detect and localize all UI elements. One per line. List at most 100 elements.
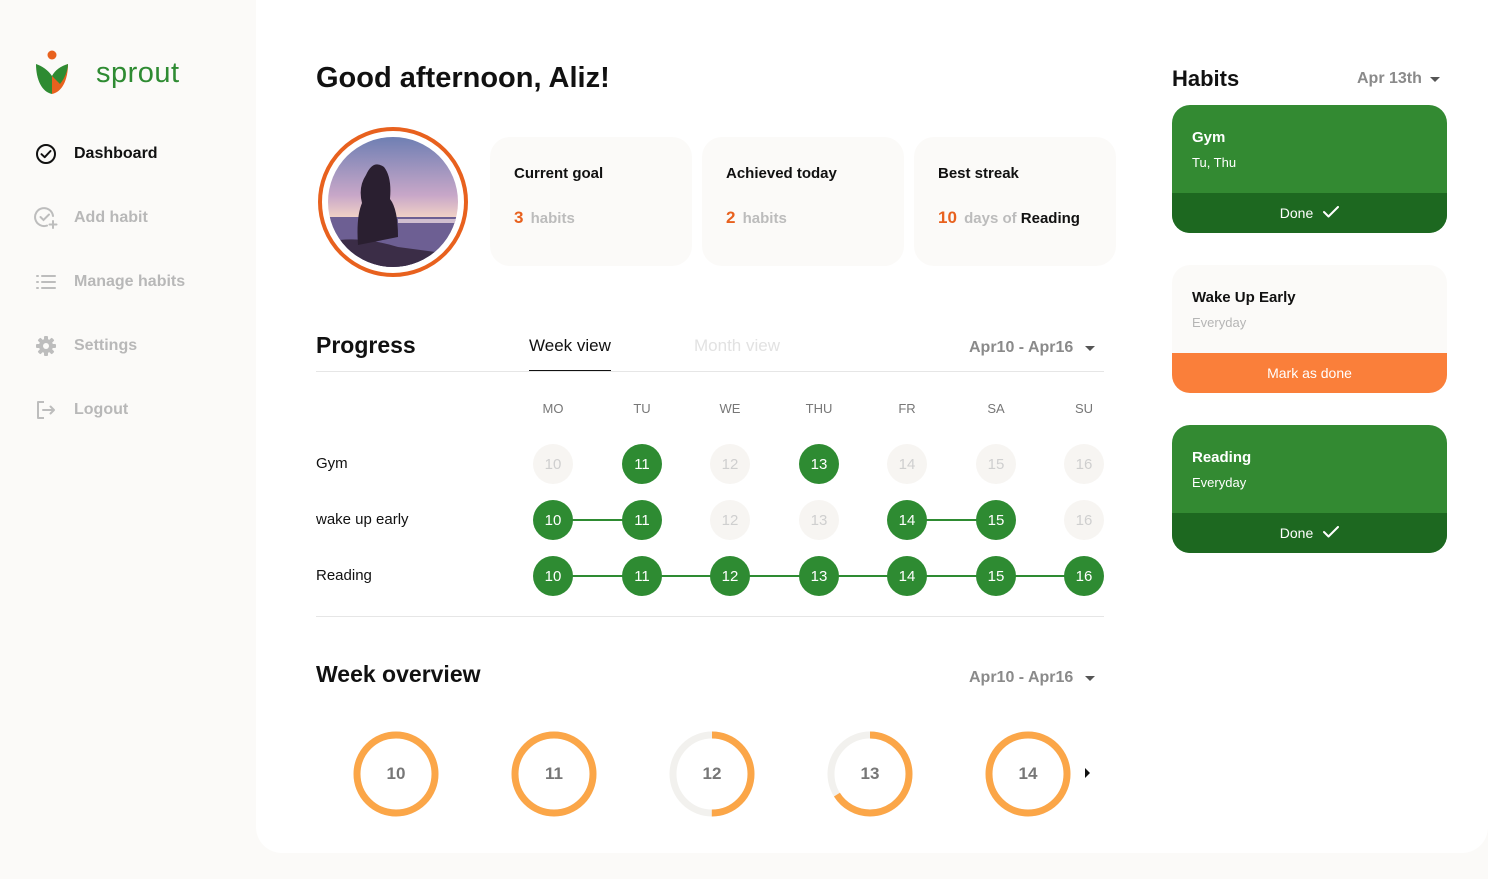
habit-schedule: Tu, Thu [1192,155,1237,170]
mark-as-done-button[interactable]: Mark as done [1172,353,1447,393]
habit-row-label: Reading [316,567,372,584]
stat-value: 3 habits [514,208,692,228]
button-label: Done [1279,205,1314,221]
day-cell-done[interactable]: 11 [622,444,662,484]
progress-range-select[interactable]: Apr10 - Apr16 [969,339,1096,357]
day-header: WE [719,401,741,416]
day-cell-missed[interactable]: 10 [533,444,573,484]
day-cell-done[interactable]: 15 [976,556,1016,596]
streak-connector [1014,575,1066,577]
stat-title: Achieved today [726,165,837,182]
day-header: FR [898,401,916,416]
day-cell-missed[interactable]: 14 [887,444,927,484]
nav-item-settings[interactable]: Settings [34,324,185,368]
nav-label: Dashboard [74,145,158,162]
streak-connector [660,575,712,577]
divider [316,616,1104,617]
day-cell-done[interactable]: 14 [887,556,927,596]
overview-range-select[interactable]: Apr10 - Apr16 [969,669,1096,687]
day-header: MO [542,401,564,416]
week-overview-title: Week overview [316,661,481,687]
day-cell-done[interactable]: 15 [976,500,1016,540]
day-header: SA [987,401,1005,416]
day-cell-missed[interactable]: 12 [710,500,750,540]
day-cell-missed[interactable]: 16 [1064,444,1104,484]
caret-down-icon [1085,675,1096,681]
nav-label: Logout [74,401,129,418]
nav-label: Settings [74,337,138,354]
day-cell-missed[interactable]: 12 [710,444,750,484]
day-cell-missed[interactable]: 16 [1064,500,1104,540]
habit-row-label: wake up early [316,511,409,528]
nav-item-logout[interactable]: Logout [34,388,185,432]
done-button[interactable]: Done [1172,513,1447,553]
next-arrow-icon[interactable] [1085,768,1090,778]
day-cell-done[interactable]: 16 [1064,556,1104,596]
done-button[interactable]: Done [1172,193,1447,233]
gear-icon [34,334,58,358]
day-cell-missed[interactable]: 13 [799,500,839,540]
day-cell-missed[interactable]: 15 [976,444,1016,484]
caret-down-icon [1429,76,1440,82]
day-progress-ring[interactable]: 10 [351,729,441,819]
nav-label: Manage habits [74,273,186,290]
tab-week-view[interactable]: Week view [529,336,611,372]
stat-number: 10 [938,208,957,227]
add-habit-icon [34,206,58,230]
day-cell-done[interactable]: 12 [710,556,750,596]
habit-name: Wake Up Early [1192,289,1296,306]
button-label: Done [1279,525,1314,541]
day-cell-done[interactable]: 14 [887,500,927,540]
button-label: Mark as done [1267,365,1352,381]
caret-down-icon [1085,345,1096,351]
list-icon [34,270,58,294]
ring-date-label: 11 [545,764,563,783]
stat-card-best-streak: Best streak 10 days of Reading [914,137,1116,266]
day-header: TU [633,401,651,416]
habit-row-label: Gym [316,455,348,472]
ring-date-label: 14 [1018,764,1038,783]
day-cell-done[interactable]: 13 [799,444,839,484]
day-progress-ring[interactable]: 11 [509,729,599,819]
stat-number: 3 [514,208,524,227]
day-header: THU [805,401,833,416]
streak-connector [925,575,978,577]
stat-value: 10 days of Reading [938,208,1116,228]
streak-connector [748,575,801,577]
habit-card-wake-up-early: Wake Up Early Everyday Mark as done [1172,265,1447,393]
sidebar: sprout Dashboard Add habit Manage habits… [0,0,256,879]
day-progress-ring[interactable]: 14 [983,729,1073,819]
stat-value: 2 habits [726,208,904,228]
avatar[interactable] [318,127,468,277]
stat-number: 2 [726,208,736,227]
habit-schedule: Everyday [1192,315,1247,330]
progress-title: Progress [316,332,416,358]
stat-title: Current goal [514,165,604,182]
divider [316,371,1104,372]
sprout-logo-icon [36,50,68,94]
day-cell-done[interactable]: 10 [533,556,573,596]
habit-name: Gym [1192,129,1226,146]
range-label: Apr10 - Apr16 [969,669,1074,686]
day-progress-ring[interactable]: 12 [667,729,757,819]
page-title: Good afternoon, Aliz! [316,62,610,94]
day-cell-done[interactable]: 13 [799,556,839,596]
tab-month-view[interactable]: Month view [694,336,780,372]
streak-connector [837,575,889,577]
day-progress-ring[interactable]: 13 [825,729,915,819]
brand-name: sprout [96,56,180,89]
nav-item-manage-habits[interactable]: Manage habits [34,260,185,304]
logout-icon [34,398,58,422]
habits-date-select[interactable]: Apr 13th [1357,70,1440,88]
nav-item-add-habit[interactable]: Add habit [34,196,185,240]
streak-connector [571,575,624,577]
stat-unit: habits [742,210,787,227]
habit-card-reading: Reading Everyday Done [1172,425,1447,553]
day-cell-done[interactable]: 11 [622,500,662,540]
ring-date-label: 13 [860,764,880,783]
nav-item-dashboard[interactable]: Dashboard [34,132,185,176]
logo[interactable]: sprout [34,50,180,96]
stat-card-current-goal: Current goal 3 habits [490,137,692,266]
day-cell-done[interactable]: 10 [533,500,573,540]
day-cell-done[interactable]: 11 [622,556,662,596]
